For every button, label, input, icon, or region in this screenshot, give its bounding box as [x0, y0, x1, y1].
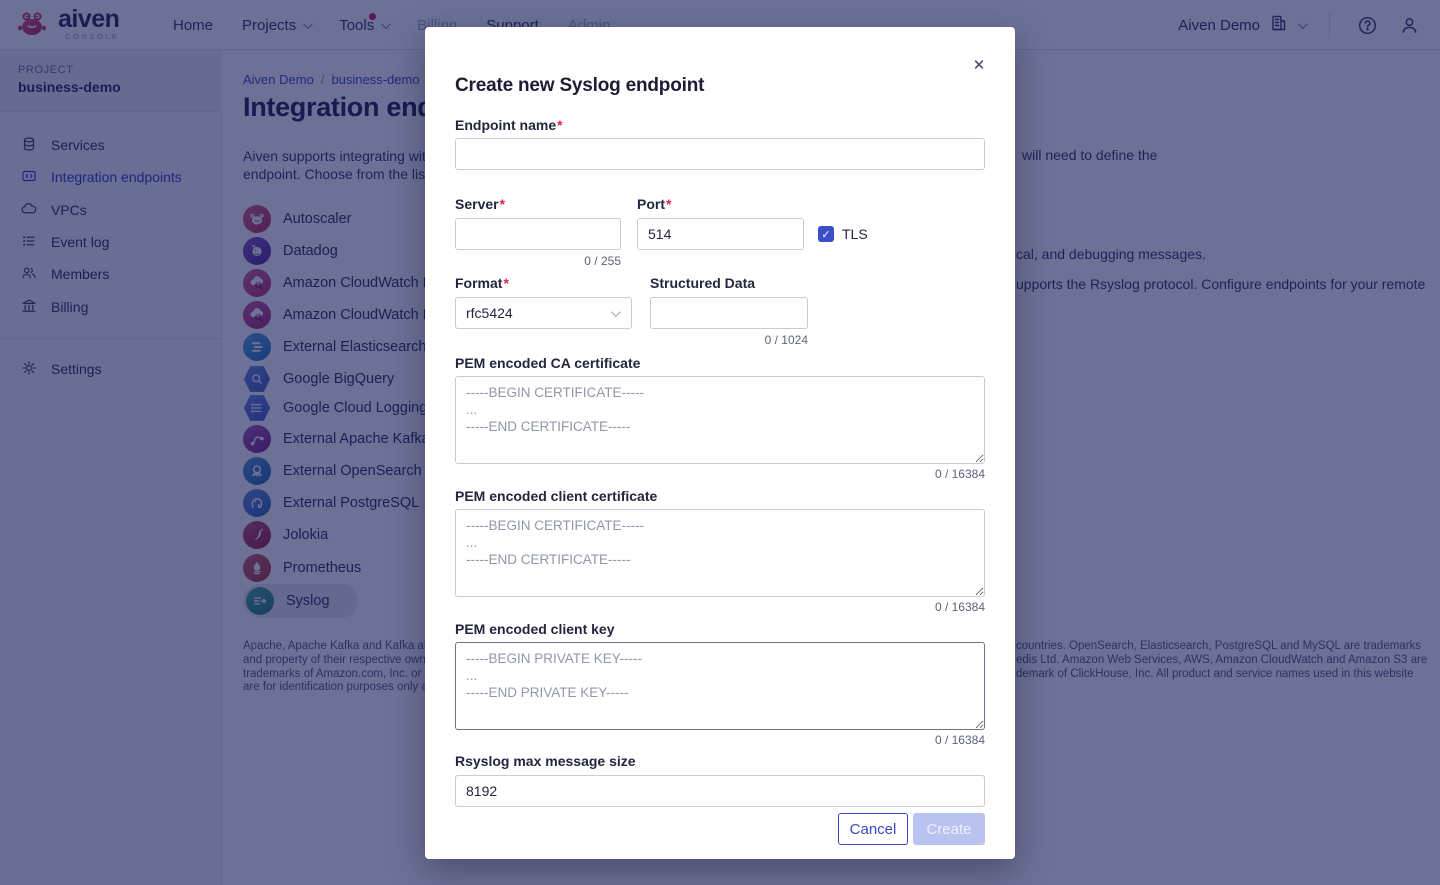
ca-certificate-field[interactable]: [455, 376, 985, 464]
client-certificate-label: PEM encoded client certificate: [455, 488, 657, 504]
chevron-down-icon: [611, 307, 621, 317]
server-char-counter: 0 / 255: [455, 254, 621, 268]
server-label: Server*: [455, 196, 505, 212]
cancel-button[interactable]: Cancel: [838, 813, 908, 845]
client-certificate-field[interactable]: [455, 509, 985, 597]
endpoint-name-field[interactable]: [455, 138, 985, 170]
format-label: Format*: [455, 275, 509, 291]
dialog-title: Create new Syslog endpoint: [455, 75, 704, 97]
create-button[interactable]: Create: [913, 813, 985, 845]
tls-label: TLS: [842, 226, 868, 242]
client-key-char-counter: 0 / 16384: [455, 733, 985, 747]
max-message-size-label: Rsyslog max message size: [455, 753, 636, 769]
check-icon: ✓: [821, 228, 830, 241]
format-selected-value: rfc5424: [466, 305, 513, 321]
ca-certificate-char-counter: 0 / 16384: [455, 467, 985, 481]
max-message-size-field[interactable]: [455, 775, 985, 807]
port-label: Port*: [637, 196, 671, 212]
endpoint-name-label: Endpoint name*: [455, 117, 563, 133]
close-icon[interactable]: ✕: [965, 51, 993, 79]
tls-checkbox[interactable]: ✓: [818, 226, 834, 242]
structured-data-label: Structured Data: [650, 275, 755, 291]
structured-data-char-counter: 0 / 1024: [650, 333, 808, 347]
server-field[interactable]: [455, 218, 621, 250]
ca-certificate-label: PEM encoded CA certificate: [455, 355, 640, 371]
format-select[interactable]: rfc5424: [455, 297, 632, 329]
client-certificate-char-counter: 0 / 16384: [455, 600, 985, 614]
client-key-field[interactable]: [455, 642, 985, 730]
create-syslog-endpoint-dialog: Create new Syslog endpoint ✕ Endpoint na…: [425, 27, 1015, 859]
structured-data-field[interactable]: [650, 297, 808, 329]
client-key-label: PEM encoded client key: [455, 621, 615, 637]
port-field[interactable]: [637, 218, 804, 250]
